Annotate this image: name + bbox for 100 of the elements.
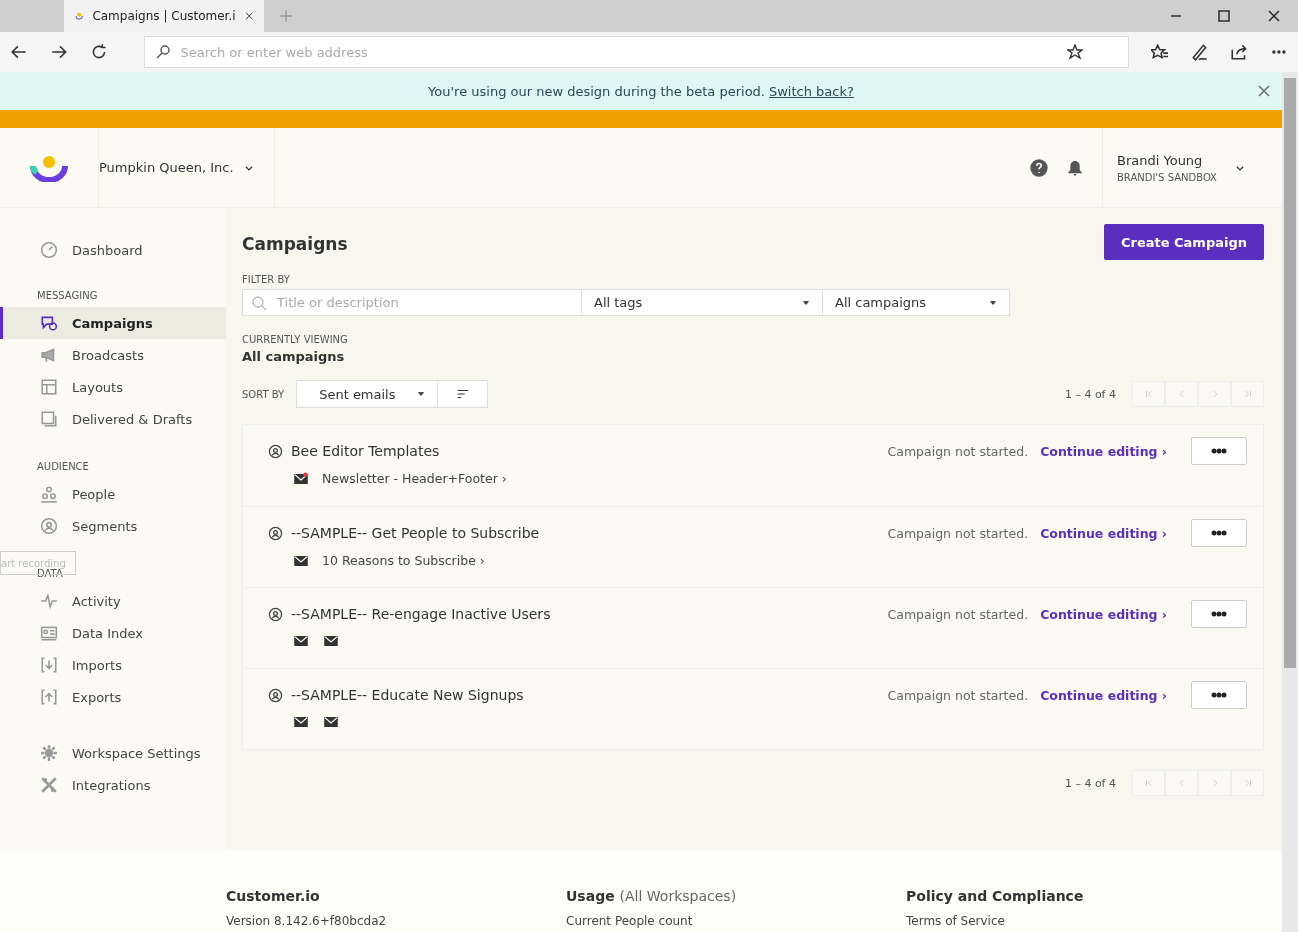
footer-line: Terms of Service: [906, 914, 1006, 928]
page-button[interactable]: [1231, 381, 1264, 407]
chevron-icon: [1143, 389, 1154, 399]
pagination-text: 1 – 4 of 4: [1064, 387, 1116, 401]
import-icon: [40, 656, 58, 674]
sidebar-item[interactable]: People: [0, 478, 226, 510]
continue-editing-link[interactable]: Continue editing ›: [1040, 443, 1167, 459]
sidebar-item[interactable]: Data Index: [0, 617, 226, 649]
settings-icon: [40, 744, 58, 762]
export-icon: [40, 688, 58, 706]
more-button[interactable]: [1191, 519, 1247, 547]
sidebar-item[interactable]: Integrations: [0, 769, 226, 801]
footer-line: Current People count: [566, 914, 694, 928]
page-button[interactable]: [1165, 770, 1198, 796]
close-icon: [1256, 83, 1272, 99]
viewing-label: CURRENTLY VIEWING: [242, 334, 349, 345]
campaign-name[interactable]: --SAMPLE-- Get People to Subscribe: [291, 525, 540, 541]
viewing-value: All campaigns: [242, 349, 346, 364]
page-button[interactable]: [1231, 770, 1264, 796]
campaign-status: Campaign not started.: [887, 606, 1029, 622]
pagination-text: 1 – 4 of 4: [1064, 776, 1116, 790]
pen-icon: [1190, 43, 1209, 61]
message-link[interactable]: Newsletter - Header+Footer ›: [322, 471, 507, 486]
back-icon: [10, 43, 28, 61]
segment-icon: [268, 525, 283, 541]
close-icon: [1266, 8, 1282, 24]
campaign-name[interactable]: --SAMPLE-- Re-engage Inactive Users: [291, 606, 551, 622]
more-icon: [1211, 530, 1227, 536]
page-button[interactable]: [1165, 381, 1198, 407]
more-button[interactable]: [1191, 600, 1247, 628]
caret-icon: [417, 390, 426, 398]
campaign-name[interactable]: Bee Editor Templates: [291, 443, 440, 459]
campaign-status: Campaign not started.: [887, 443, 1029, 459]
search-icon: [251, 294, 267, 311]
sidebar-item[interactable]: Broadcasts: [0, 339, 226, 371]
sort-icon: [455, 387, 470, 401]
help-icon: [1030, 158, 1048, 177]
search-field[interactable]: Title or description: [242, 289, 582, 316]
layout-icon: [40, 378, 58, 396]
favorites-icon: [1150, 43, 1169, 61]
page-button[interactable]: [1198, 770, 1231, 796]
switch-back-link[interactable]: Switch back?: [769, 83, 854, 99]
caret-icon: [802, 298, 810, 307]
more-icon: [1270, 50, 1288, 54]
create-campaign-button[interactable]: Create Campaign: [1103, 224, 1264, 260]
page-button[interactable]: [1132, 770, 1165, 796]
logo-icon: [30, 153, 68, 182]
sidebar-item[interactable]: Workspace Settings: [0, 737, 226, 769]
sort-label: SORT BY: [242, 388, 285, 400]
sidebar-item[interactable]: Layouts: [0, 371, 226, 403]
maximize-icon: [1216, 8, 1232, 24]
campaigns-select[interactable]: All campaigns: [823, 289, 1010, 316]
drafts-icon: [40, 410, 58, 428]
campaign-icon: [40, 314, 58, 332]
sidebar-item[interactable]: Imports: [0, 649, 226, 681]
bell-icon: [1066, 158, 1084, 177]
sidebar-item[interactable]: Activity: [0, 585, 226, 617]
sidebar-item[interactable]: Exports: [0, 681, 226, 713]
continue-editing-link[interactable]: Continue editing ›: [1040, 606, 1167, 622]
segment-icon: [268, 687, 283, 703]
forward-icon: [49, 43, 68, 61]
star-icon: [1066, 44, 1083, 60]
continue-editing-link[interactable]: Continue editing ›: [1040, 687, 1167, 703]
browser-tab[interactable]: Campaigns | Customer.i: [64, 0, 264, 32]
sort-order-button[interactable]: [438, 380, 489, 408]
more-button[interactable]: [1191, 437, 1247, 465]
continue-editing-link[interactable]: Continue editing ›: [1040, 525, 1167, 541]
footer-title: Customer.io: [226, 888, 321, 904]
tab-title: Campaigns | Customer.i: [92, 9, 236, 23]
segment-icon: [268, 443, 283, 459]
section-heading: AUDIENCE: [36, 461, 90, 474]
campaign-name[interactable]: --SAMPLE-- Educate New Signups: [291, 687, 524, 703]
scrollbar[interactable]: [1282, 72, 1298, 932]
tags-select[interactable]: All tags: [582, 289, 823, 316]
share-icon: [1230, 43, 1249, 61]
address-bar[interactable]: Search or enter web address: [143, 36, 1129, 68]
page-button[interactable]: [1132, 381, 1165, 407]
footer-title: Usage (All Workspaces): [566, 888, 738, 904]
sidebar-item[interactable]: Segments: [0, 510, 226, 542]
sort-select[interactable]: Sent emails: [296, 380, 439, 408]
people-icon: [40, 485, 58, 503]
footer-title: Policy and Compliance: [906, 888, 1085, 904]
sidebar-item[interactable]: Dashboard: [0, 234, 226, 266]
message-link[interactable]: 10 Reasons to Subscribe ›: [322, 553, 485, 568]
page-button[interactable]: [1198, 381, 1231, 407]
index-icon: [40, 624, 58, 642]
campaign-status: Campaign not started.: [887, 687, 1029, 703]
section-heading: MESSAGING: [36, 290, 99, 303]
more-button[interactable]: [1191, 681, 1247, 709]
chevron-icon: [1242, 389, 1253, 399]
caret-icon: [989, 298, 997, 307]
sidebar-item[interactable]: Delivered & Drafts: [0, 403, 226, 435]
sidebar-item[interactable]: Campaigns: [0, 307, 226, 339]
chevron-icon: [1143, 778, 1154, 788]
workspace-dropdown[interactable]: Pumpkin Queen, Inc.: [98, 127, 275, 208]
page-title: Campaigns: [242, 234, 348, 254]
segment-icon: [40, 517, 58, 535]
filter-label: FILTER BY: [242, 274, 291, 285]
search-input[interactable]: Title or description: [275, 294, 555, 311]
plus-icon: [278, 8, 294, 24]
